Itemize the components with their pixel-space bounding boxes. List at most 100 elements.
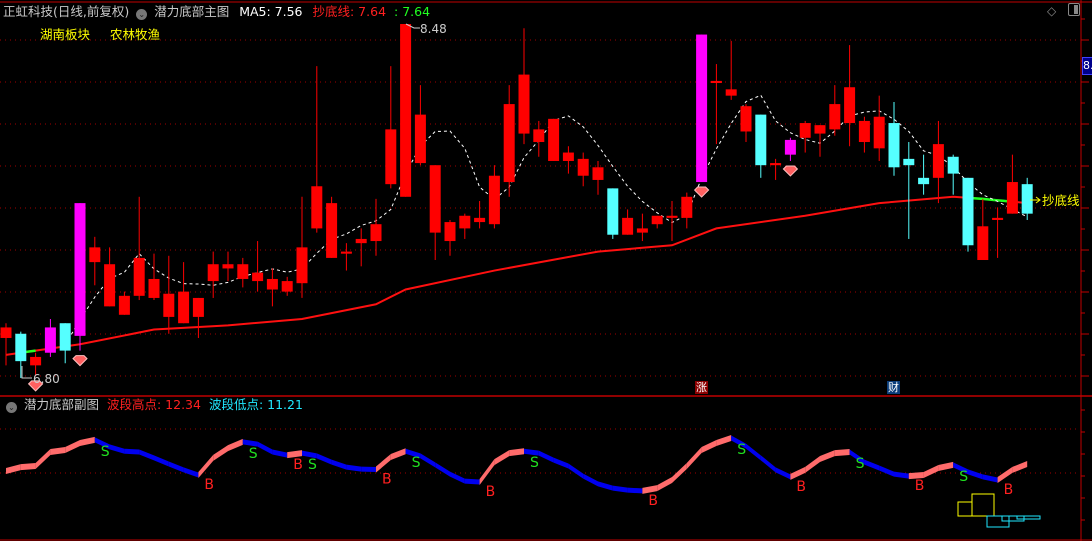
candle-body — [15, 333, 27, 362]
candle — [148, 253, 160, 301]
candle-body — [207, 264, 219, 282]
wave-fall-segment — [864, 459, 880, 471]
candle-body — [814, 125, 826, 134]
candle — [429, 165, 441, 261]
chevron-down-icon[interactable]: ⌄ — [136, 9, 148, 20]
candle-body — [178, 291, 190, 324]
wave-fall-segment — [746, 443, 761, 461]
candle-body — [133, 257, 145, 296]
main-indicator-name[interactable]: 潜力底部主图 — [154, 4, 229, 19]
candle-body — [903, 158, 915, 166]
wave-fall-segment — [316, 453, 332, 465]
svg-text:8.48: 8.48 — [420, 22, 447, 36]
gem-icon — [72, 355, 88, 367]
candle-body — [962, 177, 974, 246]
wave-fall-segment — [627, 487, 643, 494]
candle — [385, 66, 397, 189]
sub-indicator-name[interactable]: 潜力底部副图 — [24, 397, 99, 412]
stock-title[interactable]: 正虹科技(日线,前复权) — [3, 4, 129, 19]
candle — [518, 28, 530, 145]
chaodi-value-2: : 7.64 — [394, 4, 431, 19]
wave-fall-segment — [154, 455, 169, 467]
sell-signal-label: S — [412, 455, 421, 471]
candle-body — [858, 120, 870, 143]
candle — [163, 255, 175, 334]
badge-zhang[interactable]: 涨 — [695, 381, 708, 394]
candle — [222, 251, 234, 282]
candle-body — [799, 123, 811, 138]
candle-body — [429, 165, 441, 233]
wave-fall-segment — [568, 463, 584, 479]
wave-rise-segment — [20, 462, 36, 471]
candle-body — [252, 272, 264, 282]
sector-agriculture[interactable]: 农林牧渔 — [110, 27, 160, 43]
candle-body — [651, 215, 663, 225]
wave-rise-segment — [701, 440, 717, 454]
candle — [844, 45, 856, 147]
buy-signal-label: B — [486, 484, 496, 500]
candle — [15, 331, 27, 379]
candle — [548, 118, 560, 161]
candle-body — [459, 215, 471, 229]
wave-fall-segment — [139, 449, 154, 461]
candle-body — [696, 34, 708, 183]
sector-hunan[interactable]: 湖南板块 — [40, 27, 90, 43]
wave-rise-segment — [65, 440, 80, 454]
wave-rise-segment — [1012, 461, 1028, 473]
candle — [1021, 177, 1033, 220]
wave-fall-segment — [538, 450, 554, 463]
wave-fall-segment — [435, 462, 450, 477]
candle-body — [370, 224, 382, 242]
candle-body — [636, 228, 648, 233]
candle — [784, 137, 796, 161]
wave-rise-segment — [80, 436, 95, 447]
candle — [562, 146, 574, 174]
candle-body — [666, 215, 678, 218]
candle-body — [104, 264, 116, 307]
candle — [592, 160, 604, 195]
wave-fall-segment — [272, 449, 288, 458]
wave-rise-segment — [494, 450, 510, 466]
candle-body — [355, 238, 367, 244]
wave-fall-segment — [420, 453, 436, 468]
candles — [0, 24, 1033, 379]
candle — [710, 64, 722, 145]
ma5-value: MA5: 7.56 — [239, 4, 303, 19]
kline-chart[interactable]: SBSB SBSBSBSBSBSB 8.48 6.80 抄底线 — [0, 0, 1092, 541]
wave-rise-segment — [923, 464, 939, 478]
wave-rise-segment — [213, 445, 228, 461]
candle-body — [607, 188, 619, 235]
wave-fall-segment — [124, 448, 140, 455]
candle-body — [163, 293, 175, 317]
sell-signal-label: S — [959, 469, 968, 485]
panel-toggle-icon[interactable] — [1068, 3, 1080, 16]
candle-body — [844, 87, 856, 124]
candle-body — [932, 144, 944, 178]
wave-fall-segment — [450, 471, 465, 484]
candle — [237, 257, 249, 288]
candle-body — [725, 89, 737, 96]
wave-fall-segment — [598, 481, 613, 491]
gem-icon — [693, 186, 710, 198]
candle — [829, 85, 841, 136]
candle — [770, 158, 782, 180]
candle-body — [770, 163, 782, 166]
candle-body — [59, 323, 71, 351]
wave-rise-segment — [376, 454, 391, 473]
candle-body — [977, 226, 989, 261]
chevron-down-icon[interactable]: ⌄ — [6, 402, 17, 413]
diamond-icon[interactable]: ◇ — [1047, 4, 1056, 18]
badge-cai[interactable]: 财 — [887, 381, 900, 394]
candle-body — [577, 158, 589, 176]
current-price-axis-label: 8. — [1082, 57, 1092, 75]
wave-rise-segment — [938, 461, 954, 471]
wave-fall-segment — [775, 467, 791, 480]
wave-band: SBSB SBSBSBSBSBSB — [6, 434, 1028, 509]
candle-body — [192, 297, 204, 317]
buy-signal-label: B — [915, 478, 925, 494]
candle-body — [400, 24, 412, 197]
sell-signal-label: S — [530, 455, 539, 471]
candle — [962, 177, 974, 252]
wave-high-value: 波段高点: 12.34 — [106, 397, 201, 412]
wave-fall-segment — [612, 485, 628, 493]
